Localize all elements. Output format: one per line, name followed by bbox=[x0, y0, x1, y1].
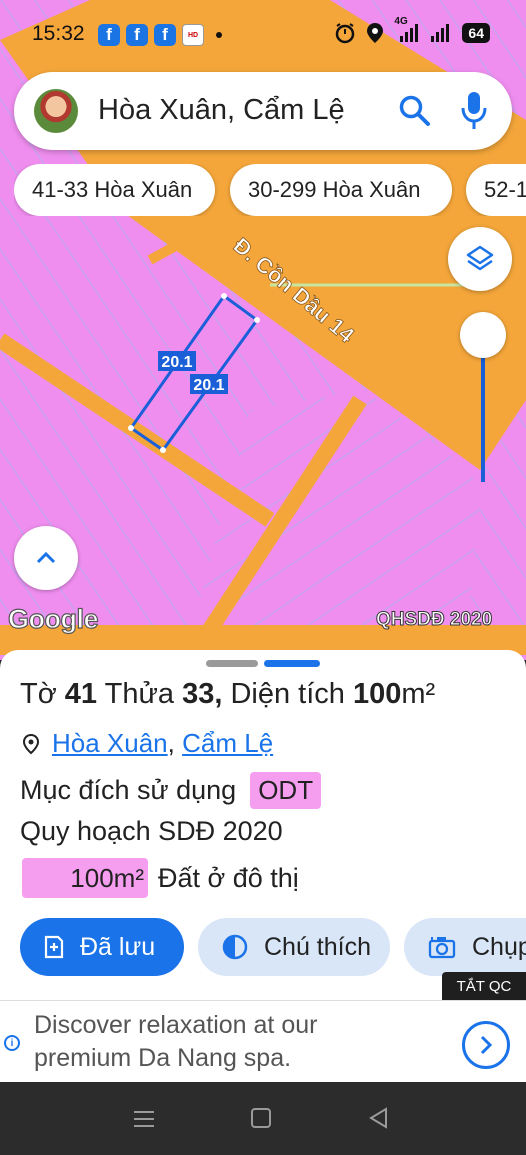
more-notifications-dot bbox=[216, 32, 222, 38]
chip-3[interactable]: 52-1 bbox=[466, 164, 526, 216]
recent-apps-icon[interactable] bbox=[133, 1109, 155, 1129]
status-bar: 15:32 f f f HD 4G 64 bbox=[0, 0, 526, 70]
ad-banner[interactable]: i Discover relaxation at our premium Da … bbox=[0, 1000, 526, 1082]
sheet-handle-right[interactable] bbox=[264, 660, 320, 667]
capture-button-label: Chụp bbox=[472, 932, 526, 961]
search-icon[interactable] bbox=[398, 94, 432, 128]
hd-app-icon: HD bbox=[182, 24, 204, 46]
contrast-icon bbox=[222, 934, 248, 960]
back-icon[interactable] bbox=[368, 1107, 390, 1129]
mobile-signal-icon: 4G bbox=[394, 16, 420, 44]
facebook-icon: f bbox=[98, 24, 120, 46]
plan-label: Quy hoạch SDĐ 2020 bbox=[20, 816, 283, 846]
saved-button-label: Đã lưu bbox=[80, 932, 156, 961]
parcel-title: Tờ 41 Thửa 33, Diện tích 100m² bbox=[20, 678, 436, 710]
layers-button[interactable] bbox=[448, 227, 512, 291]
search-bar[interactable]: Hòa Xuân, Cẩm Lệ bbox=[14, 72, 512, 150]
facebook-icon: f bbox=[154, 24, 176, 46]
google-logo: Google bbox=[7, 603, 99, 634]
location-pin-icon bbox=[22, 733, 40, 754]
ward-link[interactable]: Hòa Xuân bbox=[52, 728, 168, 759]
plan-area-row: 100m² Đất ở đô thị bbox=[22, 858, 299, 898]
chip-2[interactable]: 30-299 Hòa Xuân bbox=[230, 164, 452, 216]
chevron-right-icon bbox=[480, 1035, 493, 1055]
status-time: 15:32 bbox=[32, 22, 85, 45]
plan-area-desc: Đất ở đô thị bbox=[158, 862, 299, 893]
edge-label-2: 20.1 bbox=[193, 377, 224, 394]
map-view[interactable]: 20.1 20.1 Đ. Cồn Dầu 14 15:32 f f f HD 4… bbox=[0, 0, 526, 660]
ad-line-2: premium Da Nang spa. bbox=[34, 1044, 292, 1072]
signal-icon bbox=[431, 24, 450, 42]
district-link[interactable]: Cẩm Lệ bbox=[182, 728, 273, 759]
opacity-slider-thumb[interactable] bbox=[460, 312, 506, 358]
ad-line-1: Discover relaxation at our bbox=[34, 1011, 318, 1039]
sheet-handle-left[interactable] bbox=[206, 660, 258, 667]
avatar[interactable] bbox=[34, 89, 78, 133]
facebook-icon: f bbox=[126, 24, 148, 46]
map-layer-label: QHSDĐ 2020 bbox=[375, 609, 493, 631]
opacity-slider-track[interactable] bbox=[481, 340, 485, 482]
expand-up-button[interactable] bbox=[14, 526, 78, 590]
camera-icon bbox=[428, 935, 456, 959]
location-row: Hòa Xuân, Cẩm Lệ bbox=[22, 728, 273, 759]
saved-button[interactable]: Đã lưu bbox=[20, 918, 184, 976]
ad-info-icon[interactable]: i bbox=[4, 1035, 20, 1051]
usage-label: Mục đích sử dụng bbox=[20, 775, 237, 805]
usage-code-badge: ODT bbox=[250, 772, 322, 809]
microphone-icon[interactable] bbox=[460, 90, 488, 132]
action-buttons: Đã lưu Chú thích Chụp bbox=[0, 918, 526, 978]
legend-button[interactable]: Chú thích bbox=[198, 918, 390, 976]
usage-row: Mục đích sử dụng ODT bbox=[20, 772, 322, 809]
layers-icon bbox=[466, 245, 494, 271]
capture-button[interactable]: Chụp bbox=[404, 918, 526, 976]
ad-open-button[interactable] bbox=[462, 1021, 510, 1069]
parcel-info-sheet[interactable]: Tờ 41 Thửa 33, Diện tích 100m² Hòa Xuân,… bbox=[0, 650, 526, 1000]
bookmark-add-icon bbox=[44, 935, 64, 959]
chevron-up-icon bbox=[36, 551, 56, 564]
home-icon[interactable] bbox=[251, 1108, 271, 1128]
battery-indicator: 64 bbox=[462, 23, 490, 43]
chip-1[interactable]: 41-33 Hòa Xuân bbox=[14, 164, 215, 216]
alarm-icon bbox=[336, 23, 355, 44]
edge-label-1: 20.1 bbox=[161, 354, 192, 371]
legend-button-label: Chú thích bbox=[264, 932, 372, 961]
system-nav-bar bbox=[0, 1082, 526, 1155]
ad-close-button[interactable]: TẮT QC bbox=[442, 972, 526, 1000]
suggestion-chips: 41-33 Hòa Xuân 30-299 Hòa Xuân 52-1 bbox=[14, 164, 526, 216]
search-input[interactable]: Hòa Xuân, Cẩm Lệ bbox=[98, 94, 345, 127]
location-icon bbox=[367, 23, 384, 43]
ad-text[interactable]: Discover relaxation at our premium Da Na… bbox=[34, 1009, 317, 1075]
plan-area-badge: 100m² bbox=[22, 858, 148, 898]
